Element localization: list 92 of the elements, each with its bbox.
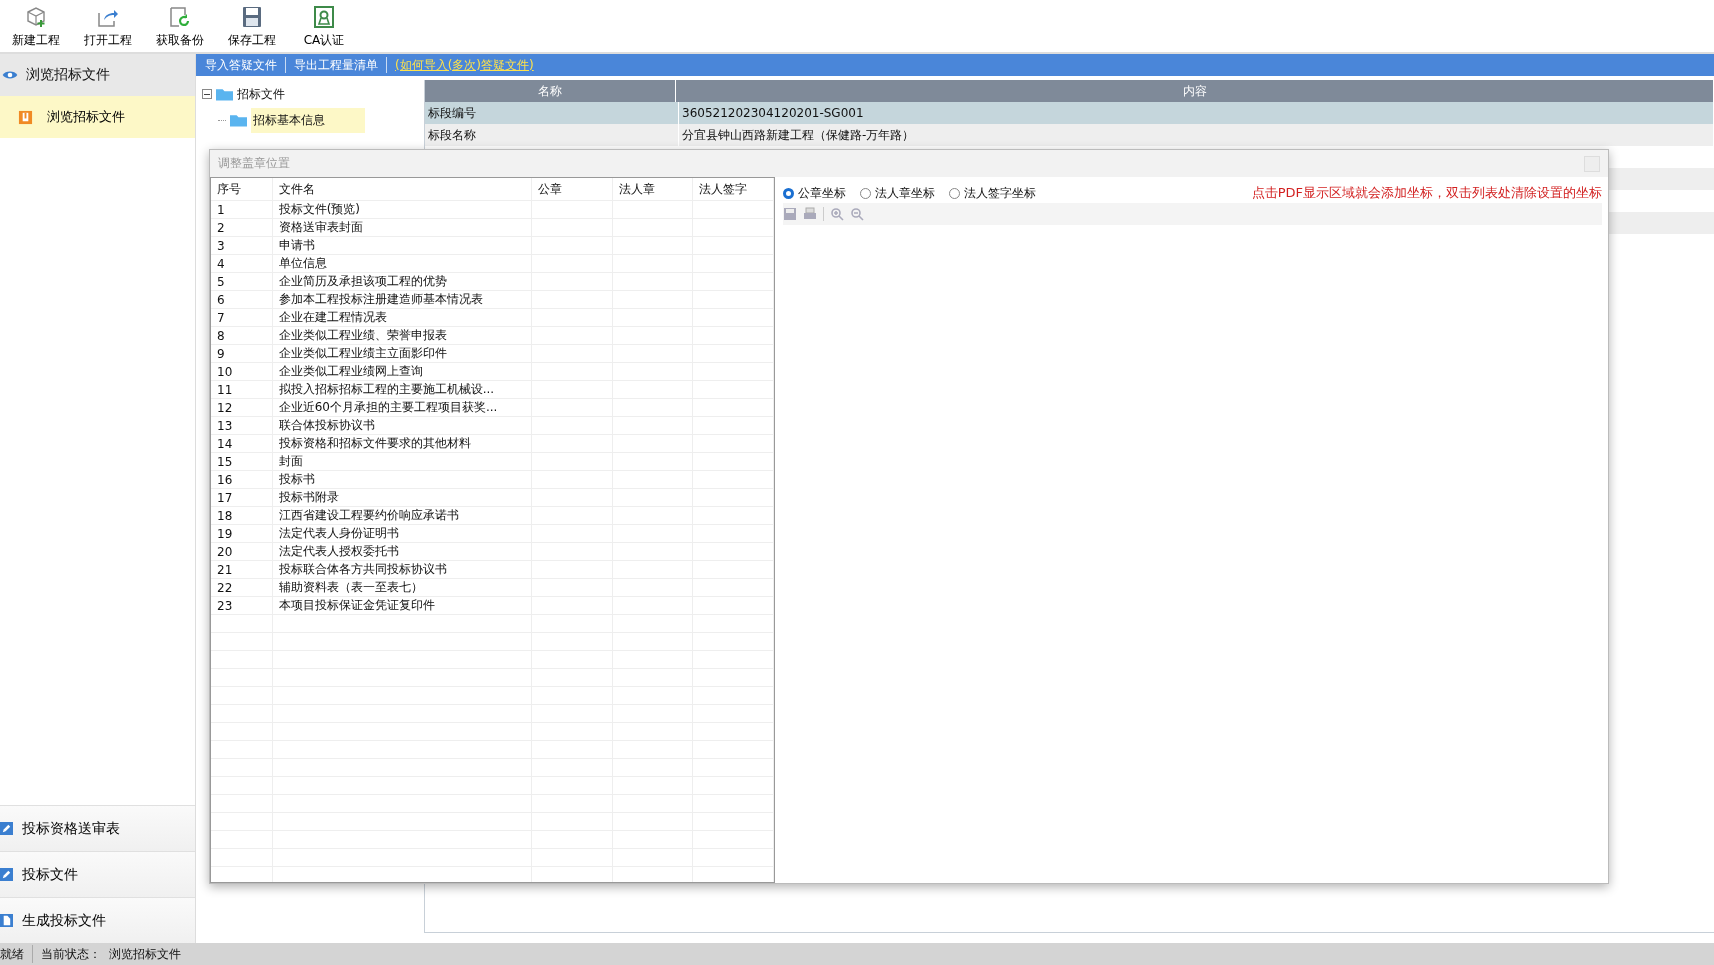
table-cell[interactable]: 法定代表人授权委托书	[272, 543, 533, 560]
folder-icon	[230, 113, 247, 127]
table-cell[interactable]: 投标书附录	[272, 489, 533, 506]
table-cell[interactable]: 企业类似工程业绩、荣誉申报表	[272, 327, 533, 344]
radio-option[interactable]: 法人章坐标	[860, 184, 935, 202]
status-value: 浏览招标文件	[109, 945, 181, 963]
pencil-icon	[0, 822, 13, 835]
save-icon	[240, 5, 264, 29]
toolbar-button[interactable]: 新建工程	[2, 5, 70, 52]
table-cell[interactable]: 参加本工程投标注册建造师基本情况表	[272, 291, 533, 308]
table-cell: 14	[211, 435, 273, 452]
table-cell[interactable]: 资格送审表封面	[272, 219, 533, 236]
table-cell: 15	[211, 453, 273, 470]
table-cell: 7	[211, 309, 273, 326]
toolbar-button[interactable]: CA认证	[290, 5, 358, 52]
table-cell: 9	[211, 345, 273, 362]
sidebar-section-button[interactable]: 投标文件	[0, 851, 195, 897]
tree-item[interactable]: 招标基本信息	[251, 107, 365, 133]
table-cell: 10	[211, 363, 273, 380]
table-cell[interactable]: 联合体投标协议书	[272, 417, 533, 434]
certificate-icon	[312, 5, 336, 29]
toolbar-button[interactable]: 打开工程	[74, 5, 142, 52]
table-cell: 16	[211, 471, 273, 488]
pencil-icon	[0, 868, 13, 881]
tree-item[interactable]: 招标文件	[237, 85, 285, 103]
table-cell[interactable]: 申请书	[272, 237, 533, 254]
dialog-title: 调整盖章位置	[218, 155, 290, 172]
table-cell: 18	[211, 507, 273, 524]
table-cell[interactable]: 辅助资料表（表一至表七）	[272, 579, 533, 596]
column-header: 法人章	[612, 178, 694, 200]
table-cell: 19	[211, 525, 273, 542]
column-header: 文件名	[272, 178, 533, 200]
refresh-icon	[168, 5, 192, 29]
table-cell[interactable]: 本项目投标保证金凭证复印件	[272, 597, 533, 614]
status-text: 就绪	[0, 945, 24, 963]
table-cell[interactable]: 法定代表人身份证明书	[272, 525, 533, 542]
expander-icon[interactable]	[202, 89, 212, 99]
table-cell: 3	[211, 237, 273, 254]
action-button[interactable]: 导入答疑文件	[200, 56, 282, 74]
table-cell: 20	[211, 543, 273, 560]
table-cell: 5	[211, 273, 273, 290]
table-cell[interactable]: 企业在建工程情况表	[272, 309, 533, 326]
table-cell: 2	[211, 219, 273, 236]
hint-text: 点击PDF显示区域就会添加坐标，双击列表处清除设置的坐标	[1251, 184, 1602, 202]
table-cell[interactable]: 企业简历及承担该项工程的优势	[272, 273, 533, 290]
action-button[interactable]: 导出工程量清单	[289, 56, 383, 74]
table-cell: 21	[211, 561, 273, 578]
table-cell: 6	[211, 291, 273, 308]
table-cell: 22	[211, 579, 273, 596]
zoom-out-icon[interactable]	[850, 207, 864, 221]
sidebar-section-button[interactable]: 生成投标文件	[0, 897, 195, 943]
table-cell[interactable]: 拟投入招标招标工程的主要施工机械设...	[272, 381, 533, 398]
print-icon[interactable]	[803, 207, 817, 221]
save-icon[interactable]	[783, 207, 797, 221]
sidebar-header[interactable]: 浏览招标文件	[0, 54, 195, 96]
table-cell[interactable]: 企业类似工程业绩主立面影印件	[272, 345, 533, 362]
book-icon	[18, 109, 33, 125]
sidebar-header-label: 浏览招标文件	[26, 66, 110, 84]
table-cell: 8	[211, 327, 273, 344]
table-cell: 1	[211, 201, 273, 218]
table-cell: 17	[211, 489, 273, 506]
folder-icon	[216, 87, 233, 101]
toolbar-button[interactable]: 保存工程	[218, 5, 286, 52]
zoom-in-icon[interactable]	[830, 207, 844, 221]
table-cell[interactable]: 企业近60个月承担的主要工程项目获奖...	[272, 399, 533, 416]
table-cell[interactable]: 封面	[272, 453, 533, 470]
column-header: 法人签字	[693, 178, 774, 200]
table-cell[interactable]: 投标书	[272, 471, 533, 488]
table-cell: 23	[211, 597, 273, 614]
status-label: 当前状态：	[41, 945, 101, 963]
eye-icon	[2, 69, 18, 81]
column-header: 公章	[532, 178, 613, 200]
table-cell[interactable]: 投标资格和招标文件要求的其他材料	[272, 435, 533, 452]
table-cell[interactable]: 企业类似工程业绩网上查询	[272, 363, 533, 380]
toolbar-button[interactable]: 获取备份	[146, 5, 214, 52]
table-cell: 4	[211, 255, 273, 272]
table-cell: 13	[211, 417, 273, 434]
document-icon	[0, 914, 13, 927]
sidebar-section-button[interactable]: 投标资格送审表	[0, 805, 195, 851]
table-cell[interactable]: 投标联合体各方共同投标协议书	[272, 561, 533, 578]
radio-option[interactable]: 公章坐标	[783, 184, 846, 202]
table-cell[interactable]: 投标文件(预览)	[272, 201, 533, 218]
table-cell[interactable]: 单位信息	[272, 255, 533, 272]
table-cell: 分宜县钟山西路新建工程（保健路-万年路）	[679, 124, 1714, 146]
radio-option[interactable]: 法人签字坐标	[949, 184, 1036, 202]
table-cell: 11	[211, 381, 273, 398]
table-cell: 标段名称	[425, 124, 679, 146]
sidebar-item[interactable]: 浏览招标文件	[0, 96, 195, 138]
column-header: 序号	[211, 178, 273, 200]
table-cell: 12	[211, 399, 273, 416]
table-cell[interactable]: 江西省建设工程要约价响应承诺书	[272, 507, 533, 524]
box-plus-icon	[24, 5, 48, 29]
